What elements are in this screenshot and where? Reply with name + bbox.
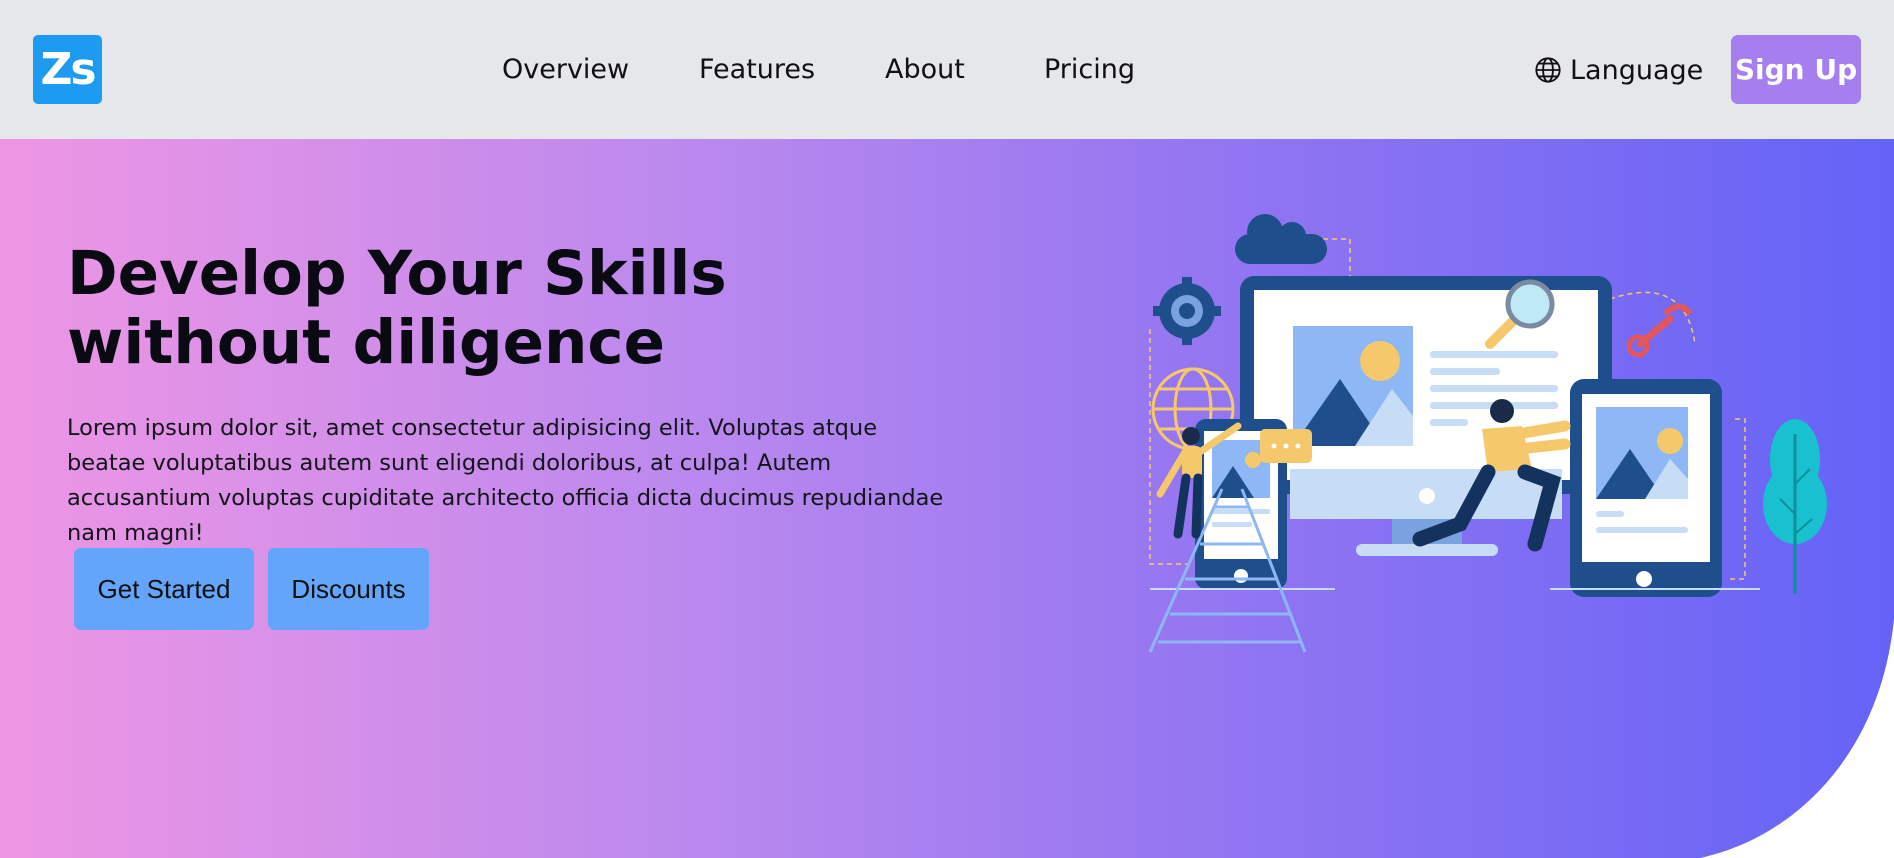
discounts-button[interactable]: Discounts xyxy=(268,548,429,630)
nav-link-features[interactable]: Features xyxy=(699,53,815,87)
nav-link-about[interactable]: About xyxy=(885,53,965,87)
main-nav: Overview Features About Pricing xyxy=(0,0,1200,139)
gear-icon xyxy=(1153,277,1221,345)
hero-title-line-2: without diligence xyxy=(67,307,665,378)
top-navbar: Zs Overview Features About Pricing Langu… xyxy=(0,0,1894,139)
sign-up-button[interactable]: Sign Up xyxy=(1731,35,1861,104)
hero-title: Develop Your Skills without diligence xyxy=(67,239,847,377)
language-label: Language xyxy=(1570,54,1704,86)
nav-link-overview[interactable]: Overview xyxy=(502,53,629,87)
hero-title-line-1: Develop Your Skills xyxy=(67,238,727,309)
chat-bubble-icon xyxy=(1260,429,1312,463)
hero-description: Lorem ipsum dolor sit, amet consectetur … xyxy=(67,415,944,546)
wrench-icon xyxy=(1626,303,1693,358)
nav-link-pricing[interactable]: Pricing xyxy=(1044,53,1135,87)
hero-section: Develop Your Skills without diligence Lo… xyxy=(0,139,1894,858)
cloud-icon xyxy=(1235,214,1327,264)
devices-people-illustration xyxy=(1148,214,1827,653)
tree-icon xyxy=(1763,419,1827,594)
globe-icon xyxy=(1535,57,1561,83)
get-started-button[interactable]: Get Started xyxy=(74,548,254,630)
monitor-icon xyxy=(1240,276,1612,556)
language-selector[interactable]: Language xyxy=(1534,53,1703,87)
tablet-icon xyxy=(1570,379,1722,597)
